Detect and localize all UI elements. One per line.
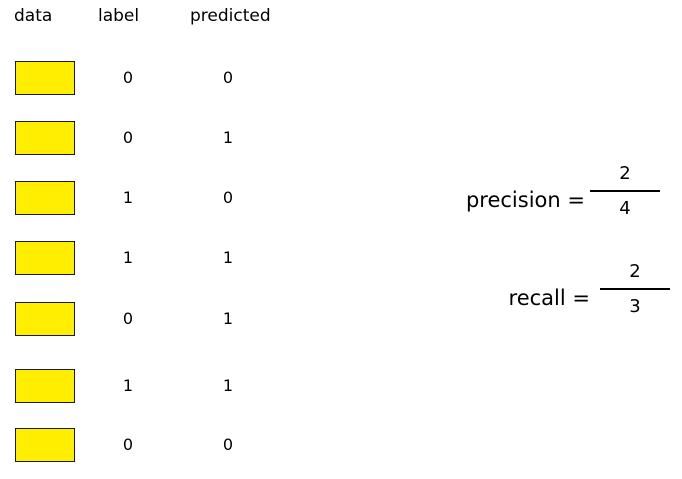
recall-fraction: 2 3 bbox=[600, 261, 670, 318]
data-box bbox=[15, 302, 75, 336]
precision-fraction: 2 4 bbox=[590, 163, 660, 220]
label-value: 1 bbox=[122, 188, 134, 207]
header-label: label bbox=[98, 6, 140, 26]
predicted-value: 1 bbox=[222, 309, 234, 328]
predicted-value: 1 bbox=[222, 128, 234, 147]
predicted-value: 1 bbox=[222, 376, 234, 395]
header-data: data bbox=[14, 6, 53, 26]
data-box bbox=[15, 241, 75, 275]
data-box bbox=[15, 61, 75, 95]
recall-equals: = bbox=[572, 286, 590, 310]
precision-numerator: 2 bbox=[619, 163, 631, 184]
label-value: 0 bbox=[122, 435, 134, 454]
data-box bbox=[15, 369, 75, 403]
label-value: 1 bbox=[122, 248, 134, 267]
table-row: 11 bbox=[0, 241, 300, 281]
recall-denominator: 3 bbox=[629, 296, 641, 317]
predicted-value: 1 bbox=[222, 248, 234, 267]
table-row: 10 bbox=[0, 181, 300, 221]
table-row: 01 bbox=[0, 302, 300, 342]
label-value: 1 bbox=[122, 376, 134, 395]
recall-fraction-bar bbox=[600, 288, 670, 290]
label-value: 0 bbox=[122, 68, 134, 87]
precision-equals: = bbox=[567, 188, 585, 212]
recall-numerator: 2 bbox=[629, 261, 641, 282]
precision-formula: precision = bbox=[440, 186, 585, 214]
data-box bbox=[15, 181, 75, 215]
precision-name: precision bbox=[465, 188, 561, 212]
label-value: 0 bbox=[122, 309, 134, 328]
header-predicted: predicted bbox=[190, 6, 271, 26]
table-row: 01 bbox=[0, 121, 300, 161]
predicted-value: 0 bbox=[222, 188, 234, 207]
table-row: 11 bbox=[0, 369, 300, 409]
data-box bbox=[15, 428, 75, 462]
table-row: 00 bbox=[0, 428, 300, 468]
precision-denominator: 4 bbox=[619, 198, 631, 219]
predicted-value: 0 bbox=[222, 435, 234, 454]
predicted-value: 0 bbox=[222, 68, 234, 87]
recall-formula: recall = bbox=[440, 284, 590, 312]
data-box bbox=[15, 121, 75, 155]
precision-fraction-bar bbox=[590, 190, 660, 192]
table-row: 00 bbox=[0, 61, 300, 101]
recall-name: recall bbox=[508, 286, 566, 310]
label-value: 0 bbox=[122, 128, 134, 147]
